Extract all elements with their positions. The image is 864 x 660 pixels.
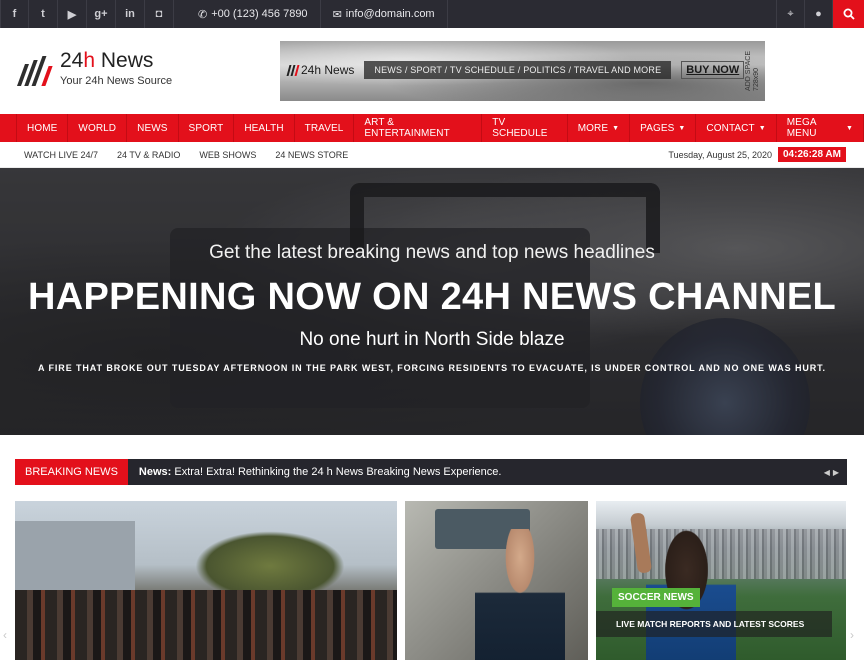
breaking-news-item[interactable]: News: Extra! Extra! Rethinking the 24 h … [139, 466, 502, 478]
news-card-politician[interactable] [405, 501, 588, 660]
logo-tagline: Your 24h News Source [60, 75, 173, 87]
ticker-next-icon[interactable]: ▶ [833, 468, 839, 477]
nav-news[interactable]: NEWS [127, 114, 179, 142]
hero-kicker: Get the latest breaking news and top new… [209, 242, 655, 263]
youtube-icon[interactable]: ▶ [58, 0, 87, 28]
hero-subtitle[interactable]: No one hurt in North Side blaze [0, 329, 864, 351]
chevron-down-icon: ▼ [758, 124, 766, 132]
google-plus-icon[interactable]: g+ [87, 0, 116, 28]
current-time-badge: 04:26:28 AM [778, 147, 846, 162]
main-nav: HOME WORLD NEWS SPORT HEALTH TRAVEL ART … [0, 114, 864, 142]
chevron-down-icon: ▼ [612, 124, 620, 132]
envelope-icon: ✉ [332, 8, 342, 21]
top-bar: f t ▶ g+ in ◘ ✆ +00 (123) 456 7890 ✉ inf… [0, 0, 864, 28]
nav-health[interactable]: HEALTH [234, 114, 295, 142]
nav-sport[interactable]: SPORT [179, 114, 235, 142]
hero-description: A FIRE THAT BROKE OUT TUESDAY AFTERNOON … [38, 363, 826, 373]
phone-number: +00 (123) 456 7890 [211, 8, 308, 20]
nav-tv-schedule[interactable]: TV SCHEDULE [482, 114, 568, 142]
site-header: 24h News Your 24h News Source 24h News N… [0, 28, 864, 114]
ad-categories: NEWS / SPORT / TV SCHEDULE / POLITICS / … [364, 61, 672, 79]
news-card-soccer[interactable]: SOCCER NEWS LIVE MATCH REPORTS AND LATES… [596, 501, 846, 660]
ad-brand: 24h News [286, 63, 354, 77]
category-tag[interactable]: SOCCER NEWS [612, 588, 700, 607]
nav-contact[interactable]: CONTACT ▼ [696, 114, 777, 142]
logo-title: 24h News [60, 49, 154, 72]
ad-banner[interactable]: 24h News NEWS / SPORT / TV SCHEDULE / PO… [280, 41, 765, 101]
nav-more[interactable]: MORE ▼ [568, 114, 631, 142]
hero-text-block: Get the latest breaking news and top new… [0, 168, 864, 435]
instagram-icon[interactable]: ◘ [145, 0, 174, 28]
subnav-tv-radio[interactable]: 24 TV & RADIO [117, 150, 180, 160]
facebook-icon[interactable]: f [0, 0, 29, 28]
ad-space-label: ADD SPACE 728x90 [745, 51, 760, 91]
nav-pages[interactable]: PAGES ▼ [630, 114, 697, 142]
chevron-down-icon: ▼ [845, 124, 853, 132]
nav-mega-menu[interactable]: MEGA MENU ▼ [777, 114, 864, 142]
subnav-web-shows[interactable]: WEB SHOWS [199, 150, 256, 160]
linkedin-icon[interactable]: in [116, 0, 145, 28]
ad-logo-icon [286, 64, 300, 76]
ad-buy-now-link[interactable]: BUY NOW [681, 61, 745, 79]
hero-title: HAPPENING NOW ON 24H NEWS CHANNEL [28, 276, 836, 318]
nav-art-entertainment[interactable]: ART & ENTERTAINMENT [354, 114, 483, 142]
phone-contact[interactable]: ✆ +00 (123) 456 7890 [184, 0, 321, 28]
ticker-prev-icon[interactable]: ◀ [824, 468, 830, 477]
breaking-news-ticker: BREAKING NEWS News: Extra! Extra! Rethin… [15, 459, 847, 485]
logo-mark-icon [16, 56, 55, 86]
hero-banner[interactable]: Get the latest breaking news and top new… [0, 168, 864, 435]
site-logo[interactable]: 24h News Your 24h News Source [16, 49, 173, 87]
top-right-tools: ⌖ ● [776, 0, 864, 28]
social-links: f t ▶ g+ in ◘ [0, 0, 174, 28]
chevron-down-icon: ▼ [678, 124, 686, 132]
user-icon[interactable]: ● [804, 0, 832, 28]
subnav-watch-live[interactable]: WATCH LIVE 24/7 [24, 150, 98, 160]
card-caption[interactable]: LIVE MATCH REPORTS AND LATEST SCORES [596, 611, 832, 637]
nav-travel[interactable]: TRAVEL [295, 114, 355, 142]
secondary-nav: WATCH LIVE 24/7 24 TV & RADIO WEB SHOWS … [0, 142, 864, 168]
twitter-icon[interactable]: t [29, 0, 58, 28]
current-date: Tuesday, August 25, 2020 [668, 149, 772, 160]
search-icon[interactable] [832, 0, 864, 28]
subnav-news-store[interactable]: 24 NEWS STORE [275, 150, 348, 160]
carousel-prev-icon[interactable]: ‹ [3, 628, 7, 642]
phone-icon: ✆ [198, 8, 208, 21]
location-icon[interactable]: ⌖ [776, 0, 804, 28]
news-card-protest[interactable] [15, 501, 397, 660]
breaking-news-label: BREAKING NEWS [15, 459, 128, 485]
email-address: info@domain.com [345, 8, 435, 20]
carousel-next-icon[interactable]: › [850, 628, 854, 642]
nav-world[interactable]: WORLD [68, 114, 128, 142]
contact-info: ✆ +00 (123) 456 7890 ✉ info@domain.com [184, 0, 448, 28]
nav-home[interactable]: HOME [16, 114, 69, 142]
email-contact[interactable]: ✉ info@domain.com [321, 0, 448, 28]
